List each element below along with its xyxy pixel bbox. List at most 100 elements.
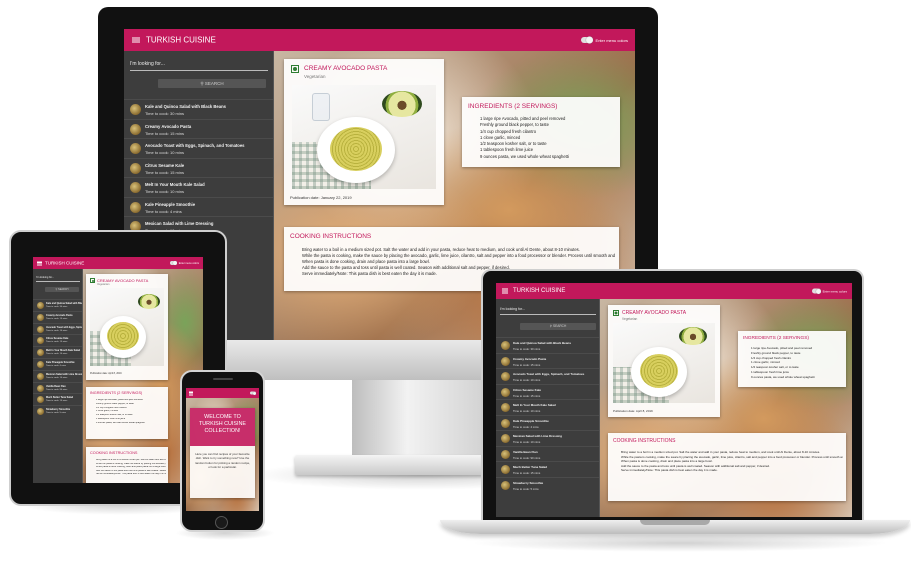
recipe-item[interactable]: Kale Pineapple Smoothie Time to cook: 4 m… (124, 196, 273, 217)
laptop-recipe-item[interactable]: Melt In Your Mouth Kale Salad Time to coo… (496, 399, 599, 415)
laptop-search-input[interactable] (500, 314, 596, 315)
laptop-search-label: I'm looking for... (500, 307, 526, 311)
tablet-recipe-time: Time to cook: 15 mins (46, 317, 68, 320)
tablet-recipe-name: Citrus Sesame Kale (46, 337, 69, 341)
laptop-recipe-time: Time to cook: 5 mins (513, 486, 539, 491)
tablet-app-bar: TURKISH CUISINE Enter menu colors (33, 257, 203, 269)
laptop-recipe-name: Strawberry Smoothie (513, 480, 544, 485)
tablet-instructions-card: COOKING INSTRUCTIONS Bring water to a bo… (86, 447, 168, 483)
laptop-recipe-time: Time to cook: 30 mins (513, 347, 541, 351)
instructions-title: COOKING INSTRUCTIONS (290, 233, 372, 240)
search-button-label: SEARCH (204, 81, 224, 86)
tablet-recipe-time: Time to cook: 10 mins (46, 329, 68, 332)
tablet-menu-icon[interactable] (37, 261, 42, 266)
laptop-recipe-item[interactable]: Vanilla Bean Flan Time to cook: 90 mins (496, 445, 599, 462)
laptop-toggle[interactable]: Enter menu colors (811, 288, 847, 294)
tablet-publication-date: Publication date: April 8, 2019 (90, 372, 122, 375)
laptop-recipe-time: Time to cook: 15 mins (513, 393, 541, 398)
laptop-recipe-item[interactable]: Avocado Toast with Eggs, Spinach, and To… (496, 368, 599, 384)
app-bar: TURKISH CUISINE Enter menu colors (124, 29, 635, 51)
recipe-time: Time to cook: 15 mins (145, 130, 184, 136)
tablet-recipe-name: Much Better Tuna Salad (46, 396, 74, 400)
phone-toggle[interactable] (250, 391, 256, 395)
tablet-recipe-time: Time to cook: 10 mins (46, 376, 68, 379)
tablet-toggle[interactable]: Enter menu colors (169, 261, 199, 265)
tablet-recipe-item[interactable]: Melt In Your Mouth Kale Salad Time to coo… (33, 346, 82, 358)
tablet-recipe-item[interactable]: Strawberry Smoothie Time to cook: 5 mins (33, 405, 82, 417)
tablet-recipe-item[interactable]: Avocado Toast with Eggs, Spinach, and To… (33, 322, 82, 335)
recipe-name: Creamy Avocado Pasta (145, 123, 192, 129)
recipe-item[interactable]: Melt In Your Mouth Kale Salad Time to coo… (124, 177, 273, 197)
photo-avocado (382, 91, 422, 117)
recipe-item[interactable]: Citrus Sesame Kale Time to cook: 15 mins (124, 157, 273, 178)
search-input[interactable] (130, 70, 268, 71)
publication-date: Publication date: January 22, 2019 (290, 195, 352, 200)
tablet-recipe-item[interactable]: Mexican Salad with Lime Dressing Time to … (33, 369, 82, 382)
welcome-card: WELCOME TO TURKISH CUISINE COLLECTION! H… (190, 408, 255, 498)
phone-toggle-knob (253, 391, 256, 395)
laptop-ingredient-item: 9 ounces pasta, we used whole wheat spag… (751, 375, 845, 380)
laptop-recipe-thumbnail (501, 449, 510, 459)
laptop-vegetarian-icon (613, 310, 619, 316)
tablet-recipe-thumbnail (37, 325, 44, 333)
laptop-recipe-name: Much Better Tuna Salad (513, 465, 547, 469)
search-button[interactable]: ⚲ SEARCH (158, 79, 266, 88)
laptop-menu-icon[interactable] (502, 288, 508, 295)
tablet-recipe-item[interactable]: Citrus Sesame Kale Time to cook: 15 mins (33, 334, 82, 346)
tablet-recipe-name: Avocado Toast with Eggs, Spinach, and To… (46, 325, 82, 329)
laptop-recipe-item[interactable]: Citrus Sesame Kale Time to cook: 15 mins (496, 383, 599, 400)
laptop-recipe-thumbnail (501, 356, 510, 366)
recipe-name: Avocado Toast with Eggs, Spinach, and To… (145, 143, 245, 148)
recipe-item[interactable]: Avocado Toast with Eggs, Spinach, and To… (124, 138, 273, 158)
recipe-item[interactable]: Creamy Avocado Pasta Time to cook: 15 min… (124, 118, 273, 139)
laptop-publication-date: Publication date: April 8, 2019 (613, 409, 653, 413)
laptop-recipe-item[interactable]: Kale and Quinoa Salad with Black Beans Ti… (496, 337, 599, 353)
tablet-recipe-name: Kale Pineapple Smoothie (46, 361, 75, 364)
laptop-app-title: TURKISH CUISINE (513, 288, 566, 294)
tablet-recipe-item[interactable]: Kale Pineapple Smoothie Time to cook: 4 m… (33, 358, 82, 370)
laptop-recipe-item[interactable]: Mexican Salad with Lime Dressing Time to … (496, 430, 599, 446)
recipe-item[interactable]: Kale and Quinoa Salad with Black Beans Ti… (124, 99, 273, 119)
phone-speaker (213, 378, 233, 380)
laptop-recipe-name: Kale Pineapple Smoothie (513, 418, 549, 423)
tablet-recipe-item[interactable]: Vanilla Bean Flan Time to cook: 90 mins (33, 381, 82, 394)
phone-app-bar (186, 388, 259, 398)
laptop-search-button[interactable]: ⚲ SEARCH (520, 323, 596, 330)
ingredients-card: INGREDIENTS (2 SERVINGS) 1 large ripe Av… (462, 97, 620, 167)
tablet-search-button[interactable]: ⚲ SEARCH (45, 287, 79, 292)
toggle-label: Enter menu colors (595, 37, 628, 43)
tablet-search-input[interactable] (36, 281, 80, 282)
recipe-thumbnail (130, 143, 141, 154)
laptop-recipe-name: Kale and Quinoa Salad with Black Beans (513, 341, 572, 345)
laptop-recipe-name: Vanilla Bean Flan (513, 449, 538, 454)
phone-menu-icon[interactable] (189, 391, 193, 396)
recipe-name: Kale Pineapple Smoothie (145, 201, 196, 207)
tablet-recipe-time: Time to cook: 15 mins (46, 400, 68, 403)
laptop-header-card: CREAMY AVOCADO PASTA Vegetarian Publicat… (608, 305, 720, 417)
laptop-instructions-list: Bring water to a boil in a medium sized … (621, 450, 843, 473)
laptop-recipe-item[interactable]: Much Better Tuna Salad Time to cook: 15 m… (496, 461, 599, 477)
app-title: TURKISH CUISINE (146, 35, 216, 45)
menu-icon[interactable] (132, 37, 140, 44)
laptop-recipe-name: Citrus Sesame Kale (513, 387, 542, 392)
ingredient-item: 9 ounces pasta, we used whole wheat spag… (480, 154, 616, 160)
tablet-recipe-item[interactable]: Much Better Tuna Salad Time to cook: 15 m… (33, 393, 82, 405)
laptop-ingredients-title: INGREDIENTS (2 SERVINGS) (743, 336, 810, 341)
laptop-recipe-item[interactable]: Strawberry Smoothie Time to cook: 5 mins (496, 476, 599, 493)
recipe-time: Time to cook: 30 mins (145, 111, 184, 116)
vegetarian-icon (291, 65, 299, 73)
tablet-instructions-title: COOKING INSTRUCTIONS (90, 451, 138, 455)
laptop-recipe-item[interactable]: Kale Pineapple Smoothie Time to cook: 4 m… (496, 414, 599, 431)
laptop-recipe-item[interactable]: Creamy Avocado Pasta Time to cook: 15 min… (496, 352, 599, 369)
tablet-recipe-item[interactable]: Creamy Avocado Pasta Time to cook: 15 min… (33, 310, 82, 323)
tablet-recipe-item[interactable]: Kale and Quinoa Salad with Black BeansTi… (33, 299, 82, 311)
recipe-time: Time to cook: 4 mins (145, 208, 182, 214)
recipe-title: CREAMY AVOCADO PASTA (304, 65, 388, 72)
menu-colors-toggle[interactable]: Enter menu colors (580, 36, 628, 44)
laptop-ingredients-list: 1 large ripe Avocado, pitted and peel re… (751, 346, 845, 380)
phone-home-button[interactable] (215, 516, 228, 529)
photo-glass (312, 93, 330, 121)
tablet-ingredients-list: 1 large ripe Avocado, pitted and peel re… (96, 399, 166, 426)
laptop-recipe-name: Melt In Your Mouth Kale Salad (513, 403, 556, 407)
laptop-recipe-thumbnail (501, 403, 510, 412)
